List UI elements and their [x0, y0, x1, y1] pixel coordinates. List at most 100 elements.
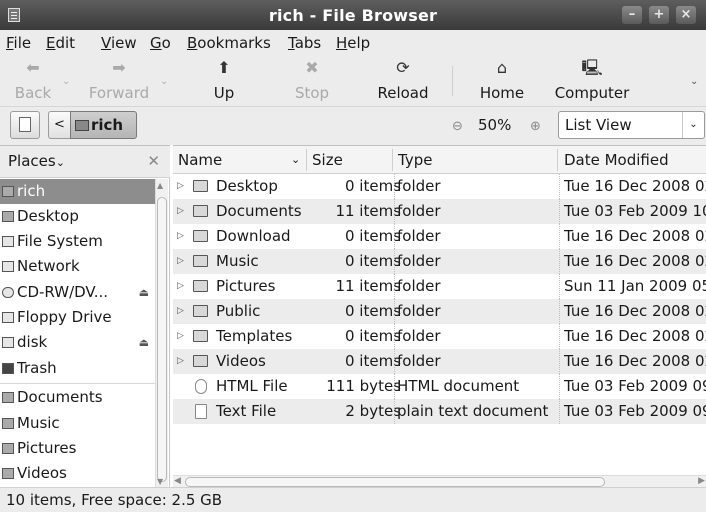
column-separator[interactable]	[306, 149, 307, 171]
sidebar-item-rich[interactable]: rich	[0, 179, 155, 204]
sidebar-item-videos[interactable]: Videos	[0, 461, 155, 486]
menu-go[interactable]: Go	[150, 34, 171, 52]
up-button[interactable]: ⬆ Up	[204, 56, 244, 106]
menu-view[interactable]: View	[101, 34, 137, 52]
column-separator[interactable]	[392, 149, 393, 171]
eject-icon[interactable]: ⏏	[139, 280, 149, 305]
column-header-type[interactable]: Type	[398, 151, 432, 169]
expander-arrow-icon[interactable]: ▷	[177, 324, 184, 349]
window-title: rich - File Browser	[268, 6, 438, 25]
table-row[interactable]: ▷ Videos 0 items folder Tue 16 Dec 2008 …	[173, 349, 706, 374]
sidebar-item-floppy-drive[interactable]: Floppy Drive	[0, 305, 155, 330]
sidebar-item-label: rich	[17, 182, 46, 200]
column-header-name[interactable]: Name	[178, 151, 222, 169]
scroll-left-arrow-icon[interactable]: ◀	[174, 476, 181, 486]
cell-divider	[559, 274, 560, 299]
sidebar-item-trash[interactable]: Trash	[0, 356, 155, 381]
forward-history-caret-icon: ⌄	[160, 76, 169, 87]
sidebar-item-label: Floppy Drive	[17, 308, 112, 326]
column-header-size[interactable]: Size	[312, 151, 343, 169]
table-row[interactable]: ▷ Public 0 items folder Tue 16 Dec 2008 …	[173, 299, 706, 324]
back-button[interactable]: ⬅ Back	[10, 56, 56, 106]
menu-tabs[interactable]: Tabs	[288, 34, 321, 52]
scroll-right-arrow-icon[interactable]: ▶	[698, 476, 705, 486]
toolbar-overflow-button[interactable]: ⌄	[688, 56, 702, 106]
reload-label: Reload	[377, 84, 429, 102]
sidebar-item-disk[interactable]: disk ⏏	[0, 330, 155, 355]
floppy-icon	[2, 312, 14, 323]
table-row[interactable]: ▷ Download 0 items folder Tue 16 Dec 200…	[173, 224, 706, 249]
sidebar-scrollbar-thumb[interactable]	[157, 197, 167, 482]
menu-help[interactable]: Help	[336, 34, 370, 52]
sidebar-item-file-system[interactable]: File System	[0, 229, 155, 254]
sidebar-item-network[interactable]: Network	[0, 254, 155, 279]
file-type: folder	[397, 202, 441, 220]
scroll-up-arrow-icon[interactable]: ▲	[157, 181, 163, 190]
file-list-view: Name ⌄ Size Type Date Modified ▷ Desktop…	[173, 145, 706, 488]
table-row[interactable]: ▷ Documents 11 items folder Tue 03 Feb 2…	[173, 199, 706, 224]
back-history-dropdown[interactable]: ⌄	[62, 56, 72, 106]
sidebar-item-desktop[interactable]: Desktop	[0, 204, 155, 229]
expander-arrow-icon[interactable]: ▷	[177, 274, 184, 299]
table-row[interactable]: ▷ Templates 0 items folder Tue 16 Dec 20…	[173, 324, 706, 349]
zoom-in-icon[interactable]: ⊕	[530, 119, 541, 134]
file-date-modified: Tue 16 Dec 2008 02	[564, 352, 706, 370]
file-type: folder	[397, 327, 441, 345]
menu-bookmarks[interactable]: Bookmarks	[187, 34, 271, 52]
expander-arrow-icon[interactable]: ▷	[177, 349, 184, 374]
table-row[interactable]: ▷ Pictures 11 items folder Sun 11 Jan 20…	[173, 274, 706, 299]
table-row[interactable]: ▷ Music 0 items folder Tue 16 Dec 2008 0…	[173, 249, 706, 274]
breadcrumb-scroll-left-button[interactable]: <	[48, 111, 70, 139]
expander-arrow-icon[interactable]: ▷	[177, 174, 184, 199]
home-button[interactable]: ⌂ Home	[476, 56, 528, 106]
zoom-level[interactable]: 50%	[478, 116, 511, 134]
toolbar-separator	[452, 66, 453, 96]
menu-view-label: iew	[110, 34, 137, 52]
home-icon: ⌂	[496, 58, 508, 77]
sort-chevron-icon: ⌄	[291, 153, 301, 166]
folder-icon	[2, 468, 14, 479]
breadcrumb-current[interactable]: rich	[70, 111, 137, 139]
file-name: Public	[216, 302, 261, 320]
menu-file[interactable]: File	[6, 34, 31, 52]
horizontal-scrollbar-thumb[interactable]	[185, 477, 605, 487]
sidebar-type-select[interactable]: Places⌄	[8, 152, 65, 170]
maximize-button[interactable]: +	[649, 6, 669, 24]
close-button[interactable]: ×	[676, 6, 696, 24]
sidebar-type-caret-icon: ⌄	[55, 156, 65, 169]
computer-button[interactable]: 🖳 Computer	[550, 56, 634, 106]
sidebar-scrollbar[interactable]: ▲ ▼	[155, 179, 168, 487]
sidebar-item-documents[interactable]: Documents	[0, 385, 155, 410]
forward-button[interactable]: ➡ Forward	[83, 56, 155, 106]
column-header-date-modified[interactable]: Date Modified	[564, 151, 669, 169]
stop-button[interactable]: ✖ Stop	[290, 56, 334, 106]
zoom-out-icon[interactable]: ⊖	[452, 119, 463, 134]
menu-edit[interactable]: Edit	[46, 34, 75, 52]
expander-arrow-icon[interactable]: ▷	[177, 249, 184, 274]
sidebar-item-music[interactable]: Music	[0, 411, 155, 436]
html-file-icon	[195, 379, 207, 394]
cell-divider	[559, 199, 560, 224]
scroll-down-arrow-icon[interactable]: ▼	[157, 477, 163, 486]
table-row[interactable]: Text File 2 bytes plain text document Tu…	[173, 399, 706, 424]
file-size: 2 bytes	[345, 402, 401, 420]
minimize-button[interactable]: –	[622, 6, 642, 24]
expander-arrow-icon[interactable]: ▷	[177, 299, 184, 324]
menu-tabs-mnemonic: T	[288, 34, 295, 52]
cell-divider	[394, 224, 395, 249]
table-row[interactable]: HTML File 111 bytes HTML document Tue 03…	[173, 374, 706, 399]
expander-arrow-icon[interactable]: ▷	[177, 199, 184, 224]
table-row[interactable]: ▷ Desktop 0 items folder Tue 16 Dec 2008…	[173, 174, 706, 199]
reload-button[interactable]: ⟳ Reload	[374, 56, 432, 106]
view-mode-select[interactable]: List View ⌄	[558, 111, 705, 139]
sidebar-item-pictures[interactable]: Pictures	[0, 436, 155, 461]
folder-icon	[2, 443, 14, 454]
toggle-location-entry-button[interactable]	[10, 111, 40, 139]
eject-icon[interactable]: ⏏	[139, 330, 149, 355]
expander-arrow-icon[interactable]: ▷	[177, 224, 184, 249]
forward-label: Forward	[88, 84, 150, 102]
sidebar-item-cd-drive[interactable]: CD-RW/DV... ⏏	[0, 280, 155, 305]
close-sidebar-icon[interactable]: ✕	[147, 152, 160, 170]
column-separator[interactable]	[557, 149, 558, 171]
forward-history-dropdown[interactable]: ⌄	[160, 56, 170, 106]
